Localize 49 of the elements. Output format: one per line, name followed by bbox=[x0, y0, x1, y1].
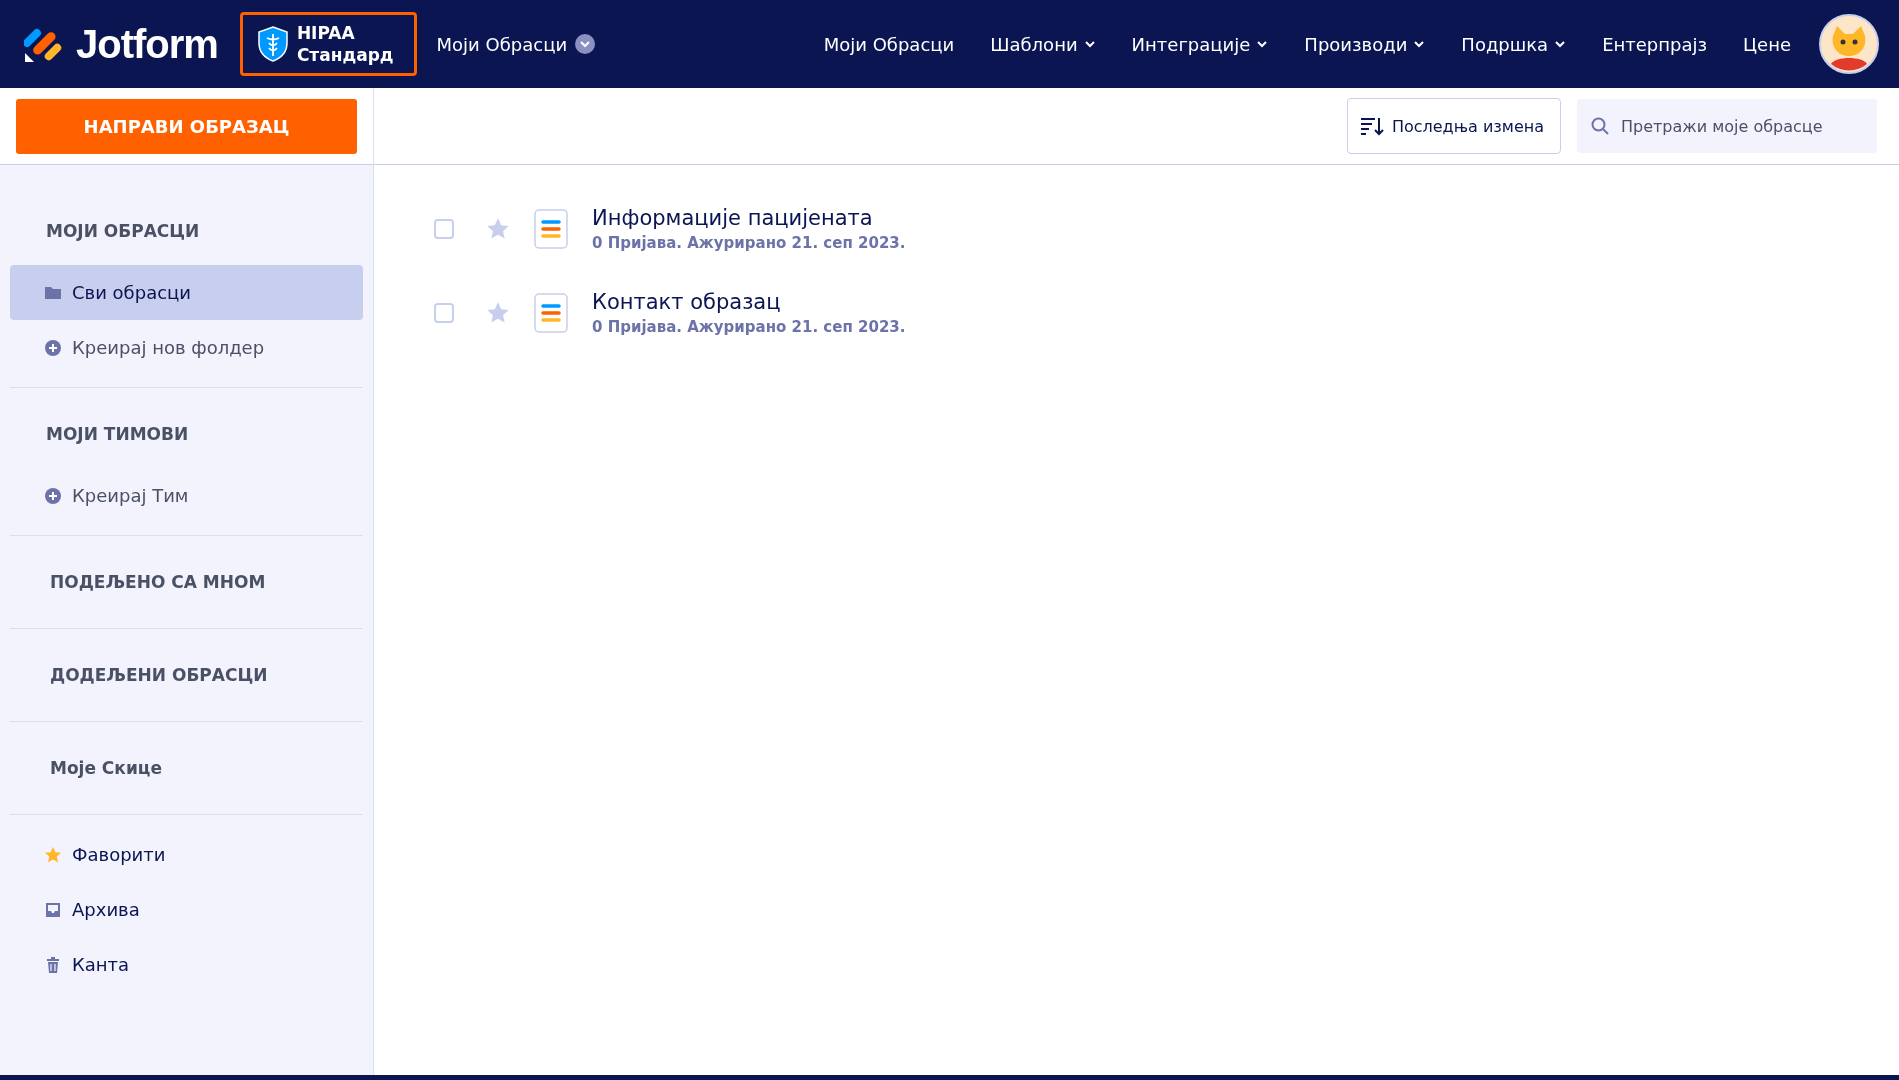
inbox-icon bbox=[44, 900, 62, 919]
badge-subtitle: Стандард bbox=[296, 44, 394, 66]
nav-link[interactable]: Подршка bbox=[1461, 33, 1567, 55]
sidebar-item[interactable]: Креирај Тим bbox=[10, 468, 363, 523]
chevron-down-icon bbox=[1413, 40, 1426, 48]
search-icon bbox=[1591, 117, 1609, 135]
shield-icon bbox=[256, 26, 289, 62]
sidebar-item[interactable]: Архива bbox=[10, 882, 363, 937]
nav-link[interactable]: Шаблони bbox=[990, 33, 1096, 55]
form-icon bbox=[534, 293, 568, 333]
star-icon[interactable] bbox=[486, 217, 510, 241]
sort-icon bbox=[1359, 116, 1384, 136]
avatar-icon[interactable] bbox=[1819, 14, 1879, 74]
star-icon[interactable] bbox=[486, 301, 510, 325]
form-meta: 0 Пријава. Ажурирано 21. сеп 2023. bbox=[592, 234, 906, 252]
star-icon bbox=[44, 845, 62, 864]
nav-link[interactable]: Ентерпрајз bbox=[1602, 33, 1708, 55]
form-title[interactable]: Контакт образац bbox=[592, 290, 906, 314]
checkbox[interactable] bbox=[434, 303, 454, 323]
search-field[interactable]: Претражи моје обрасце bbox=[1577, 99, 1877, 153]
badge-title: HIPAA bbox=[296, 22, 356, 44]
chevron-down-icon bbox=[575, 34, 596, 54]
chevron-down-icon bbox=[1083, 40, 1096, 48]
plus-circle-icon bbox=[44, 338, 62, 357]
hipaa-badge[interactable]: HIPAA Стандард bbox=[239, 12, 417, 76]
sidebar-item[interactable]: Сви обрасци bbox=[10, 265, 363, 320]
nav-link[interactable]: Интеграције bbox=[1131, 33, 1269, 55]
section-title[interactable]: ПОДЕЉЕНО СА МНОМ bbox=[10, 548, 363, 616]
form-meta: 0 Пријава. Ажурирано 21. сеп 2023. bbox=[592, 318, 906, 336]
nav-link[interactable]: Цене bbox=[1743, 33, 1791, 55]
section-title: МОЈИ ОБРАСЦИ bbox=[45, 220, 201, 243]
section-title[interactable]: Моје Скице bbox=[10, 734, 363, 802]
sidebar-item[interactable]: Креирај нов фолдер bbox=[10, 320, 363, 375]
section-title: МОЈИ ТИМОВИ bbox=[45, 423, 190, 446]
form-icon bbox=[534, 209, 568, 249]
forms-menu[interactable]: Моји Обрасци bbox=[430, 32, 602, 56]
sidebar-item[interactable]: Фаворити bbox=[10, 827, 363, 882]
checkbox[interactable] bbox=[434, 219, 454, 239]
plus-circle-icon bbox=[44, 486, 62, 505]
sidebar-item[interactable]: Канта bbox=[10, 937, 363, 992]
trash-icon bbox=[44, 955, 62, 974]
chevron-down-icon bbox=[1554, 40, 1567, 48]
sort-button[interactable]: Последња измена bbox=[1346, 98, 1561, 154]
logo-text[interactable]: Jotform bbox=[76, 21, 218, 67]
section-title[interactable]: ДОДЕЉЕНИ ОБРАСЦИ bbox=[10, 641, 363, 709]
chevron-down-icon bbox=[1256, 40, 1269, 48]
nav-link[interactable]: Производи bbox=[1304, 33, 1426, 55]
nav-link[interactable]: Моји Обрасци bbox=[823, 33, 955, 55]
form-title[interactable]: Информације пацијената bbox=[592, 206, 906, 230]
